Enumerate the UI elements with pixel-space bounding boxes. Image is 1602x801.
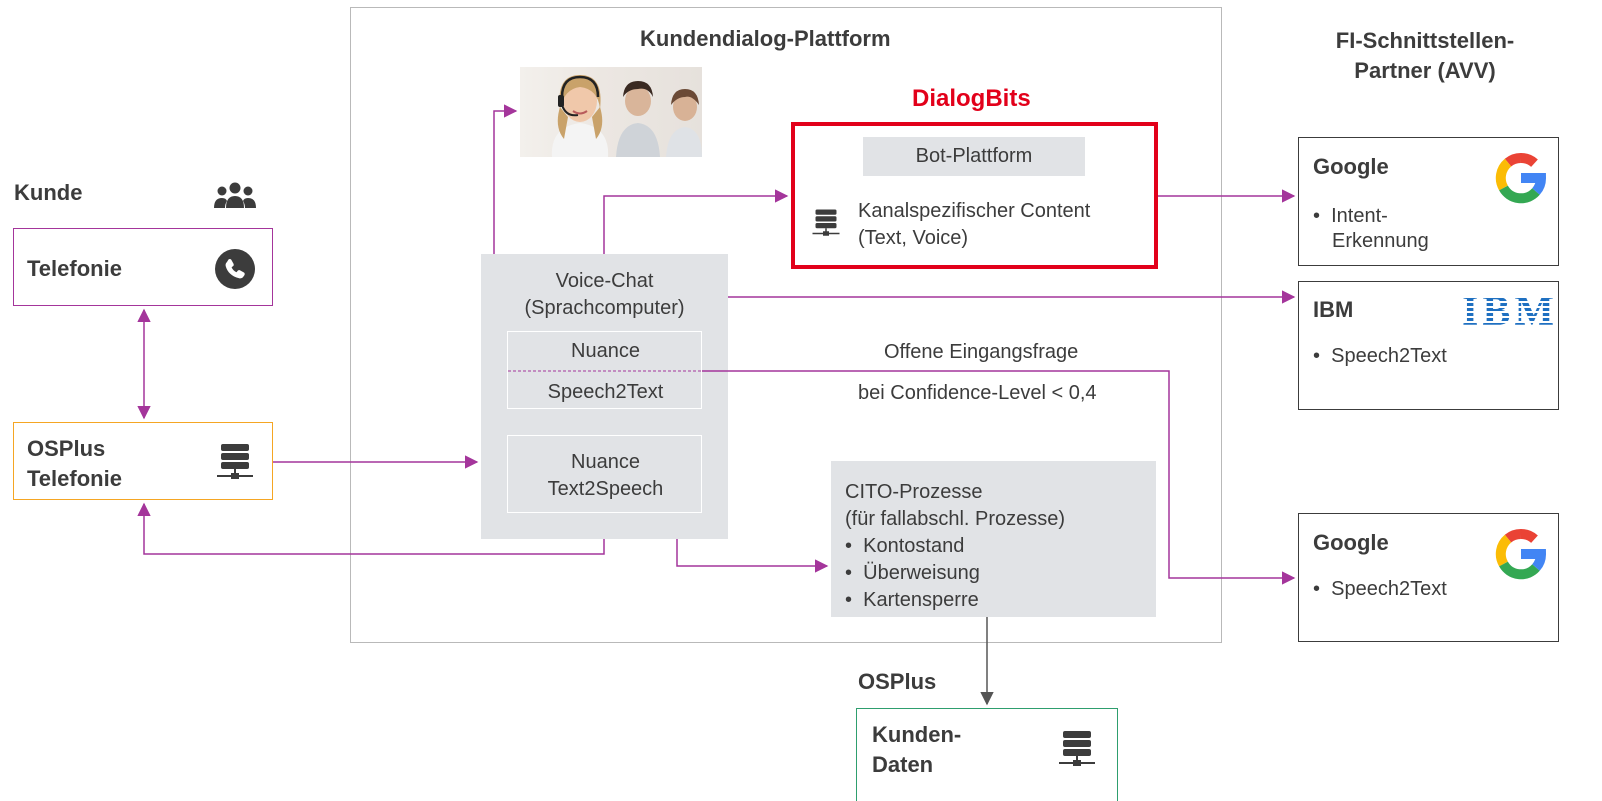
content-line2: (Text, Voice) (858, 227, 969, 249)
call-center-photo (520, 67, 702, 157)
intent-line1: Intent- (1331, 205, 1388, 227)
tts-line1: Nuance (571, 451, 640, 473)
voice-chat-line2: (Sprachcomputer) (524, 297, 685, 319)
google2-name: Google (1313, 530, 1389, 555)
ibm-logo: IBM (1462, 289, 1558, 335)
nuance-stt-box: Nuance Speech2Text (507, 331, 702, 409)
server-icon (812, 209, 840, 236)
ibm-item: • Speech2Text (1313, 345, 1447, 367)
customer-data-line1: Kunden- (872, 722, 962, 747)
ibm-box[interactable]: IBM IBM • Speech2Text (1298, 281, 1559, 410)
ibm-name: IBM (1313, 297, 1354, 322)
customer-label: Kunde (14, 180, 83, 205)
agents-illustration (551, 75, 702, 157)
partners-title: FI-Schnittstellen- Partner (AVV) (1290, 26, 1560, 86)
users-icon (214, 182, 256, 208)
content-line1: Kanalspezifischer Content (858, 200, 1091, 222)
google-name: Google (1313, 154, 1389, 179)
phone-icon (215, 249, 255, 289)
osplus-telephony-line1: OSPlus (27, 436, 106, 461)
server-icon (217, 444, 253, 479)
dialogbits-box[interactable]: Bot-Plattform Kanalspezifischer Content … (791, 122, 1158, 269)
partners-title-line1: FI-Schnittstellen- (1335, 28, 1515, 53)
cito-item: • Kartensperre (845, 589, 979, 611)
google-intent-box[interactable]: Google • Intent- Erkennung (1298, 137, 1559, 266)
voice-chat-title: Voice-Chat (Sprachcomputer) (481, 268, 728, 322)
content-text: Kanalspezifischer Content (Text, Voice) (858, 198, 1090, 252)
osplus-telephony-box[interactable]: OSPlus Telefonie (13, 422, 273, 500)
tts-line2: Text2Speech (547, 478, 664, 500)
nuance-label: Nuance (571, 340, 640, 362)
customer-data-text: Kunden- Daten (872, 720, 961, 780)
cito-box[interactable]: CITO-Prozesse (für fallabschl. Prozesse)… (831, 461, 1156, 617)
bot-platform-label: Bot-Plattform (915, 145, 1033, 167)
google-g-icon (1495, 152, 1546, 204)
customer-data-box[interactable]: Kunden- Daten (856, 708, 1118, 801)
voice-chat-box[interactable]: Voice-Chat (Sprachcomputer) Nuance Speec… (481, 254, 728, 539)
voice-chat-line1: Voice-Chat (555, 270, 654, 292)
platform-title: Kundendialog-Plattform (640, 26, 891, 51)
cito-item: • Überweisung (845, 562, 980, 584)
google2-item: • Speech2Text (1313, 578, 1447, 600)
google-intent-item: • Intent- Erkennung (1313, 205, 1429, 252)
cito-line2: (für fallabschl. Prozesse) (845, 508, 1066, 530)
tts-text: Nuance Text2Speech (508, 449, 703, 503)
cito-item: • Kontostand (845, 535, 965, 557)
osplus-label: OSPlus (858, 669, 937, 694)
cito-text: CITO-Prozesse (für fallabschl. Prozesse)… (845, 479, 1065, 614)
server-icon (1059, 731, 1095, 766)
google-g-icon (1495, 528, 1546, 580)
osplus-telephony-line2: Telefonie (27, 466, 122, 491)
annotation-line2: bei Confidence-Level < 0,4 (858, 382, 1097, 404)
bot-platform-box: Bot-Plattform (863, 137, 1085, 176)
dialogbits-title: DialogBits (912, 85, 1031, 112)
telephony-label: Telefonie (27, 256, 122, 281)
customer-data-line2: Daten (872, 752, 934, 777)
nuance-tts-box: Nuance Text2Speech (507, 435, 702, 513)
annotation-line1: Offene Eingangsfrage (884, 341, 1079, 363)
partners-title-line2: Partner (AVV) (1354, 58, 1496, 83)
cito-line1: CITO-Prozesse (845, 481, 983, 503)
speech2text-label: Speech2Text (547, 381, 664, 403)
intent-line2: Erkennung (1332, 230, 1429, 252)
osplus-telephony-label: OSPlus Telefonie (27, 434, 122, 494)
telephony-box[interactable]: Telefonie (13, 228, 273, 306)
google-stt-box[interactable]: Google • Speech2Text (1298, 513, 1559, 642)
